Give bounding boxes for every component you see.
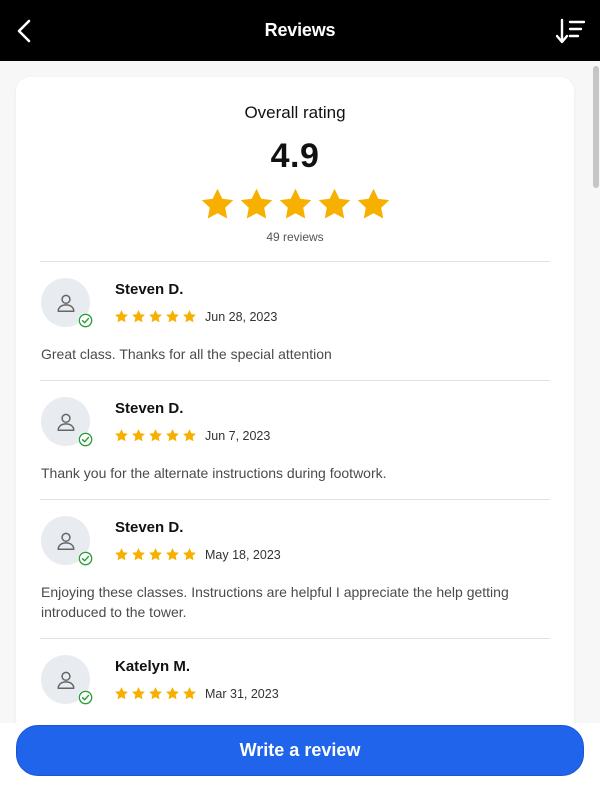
review-stars (114, 309, 197, 324)
star-icon (132, 310, 145, 323)
overall-rating-score: 4.9 (270, 137, 320, 175)
review-text: Thank you for the alternate instructions… (41, 465, 387, 481)
check-circle-icon (78, 690, 93, 705)
review-count: 49 reviews (266, 230, 324, 244)
star-icon (149, 429, 162, 442)
star-icon (201, 188, 233, 219)
check-circle-icon (78, 432, 93, 447)
review-meta: Mar 31, 2023 (114, 686, 279, 701)
review-date: Mar 31, 2023 (205, 686, 279, 701)
star-icon (166, 687, 179, 700)
review-meta: Jun 7, 2023 (114, 428, 270, 443)
star-icon (115, 429, 128, 442)
review-item: Steven D. May 18, 2023 Enjoying these cl… (16, 500, 574, 638)
scrollbar-thumb[interactable] (593, 66, 599, 188)
reviewer-name: Steven D. (115, 519, 184, 536)
verified-badge (78, 551, 93, 566)
star-icon (132, 548, 145, 561)
review-stars (114, 686, 197, 701)
avatar (41, 516, 93, 566)
check-circle-icon (78, 313, 93, 328)
overall-rating-label: Overall rating (244, 103, 346, 122)
star-icon (357, 188, 389, 219)
star-icon (149, 548, 162, 561)
star-icon (279, 188, 311, 219)
star-icon (240, 188, 272, 219)
star-icon (318, 188, 350, 219)
verified-badge (78, 432, 93, 447)
review-text: Enjoying these classes. Instructions are… (41, 584, 509, 620)
star-icon (149, 687, 162, 700)
page-title: Reviews (264, 20, 336, 40)
user-icon (56, 671, 75, 689)
top-app-bar: Reviews (0, 0, 600, 61)
star-icon (132, 429, 145, 442)
star-icon (115, 548, 128, 561)
review-text: Great class. Thanks for all the special … (41, 346, 332, 362)
review-item: Steven D. Jun 7, 2023 Thank you for the … (16, 381, 574, 499)
star-icon (115, 310, 128, 323)
rating-summary: Overall rating 4.9 49 reviews (16, 77, 574, 244)
reviewer-name: Steven D. (115, 281, 184, 298)
review-stars (114, 428, 197, 443)
star-icon (166, 548, 179, 561)
review-meta: May 18, 2023 (114, 547, 281, 562)
star-icon (183, 310, 196, 323)
bottom-action-bar: Write a review (0, 723, 600, 800)
sort-button[interactable] (555, 17, 586, 45)
reviewer-name: Katelyn M. (115, 658, 191, 675)
avatar (41, 397, 93, 447)
review-date: May 18, 2023 (205, 547, 281, 562)
verified-badge (78, 313, 93, 328)
reviews-card: Overall rating 4.9 49 reviews Steven D. … (16, 77, 574, 723)
review-item: Steven D. Jun 28, 2023 Great class. Than… (16, 262, 574, 380)
sort-descending-icon (555, 18, 586, 44)
star-icon (149, 310, 162, 323)
chevron-left-icon (17, 19, 31, 43)
overall-rating-stars (16, 186, 574, 223)
write-review-button[interactable]: Write a review (16, 725, 584, 776)
star-icon (183, 687, 196, 700)
review-stars (114, 547, 197, 562)
star-icon (115, 687, 128, 700)
user-icon (56, 413, 75, 431)
review-meta: Jun 28, 2023 (114, 309, 277, 324)
review-date: Jun 28, 2023 (205, 309, 278, 324)
star-icon (166, 310, 179, 323)
star-icon (166, 429, 179, 442)
back-button[interactable] (12, 17, 38, 45)
reviews-scroll-area[interactable]: Overall rating 4.9 49 reviews Steven D. … (0, 61, 600, 723)
user-icon (56, 294, 75, 312)
verified-badge (78, 690, 93, 705)
reviewer-name: Steven D. (115, 400, 184, 417)
user-icon (56, 532, 75, 550)
star-icon (132, 687, 145, 700)
review-item: Katelyn M. Mar 31, 2023 (16, 639, 574, 723)
star-icon (183, 429, 196, 442)
avatar (41, 655, 93, 705)
review-date: Jun 7, 2023 (205, 428, 271, 443)
star-icon (183, 548, 196, 561)
check-circle-icon (78, 551, 93, 566)
avatar (41, 278, 93, 328)
